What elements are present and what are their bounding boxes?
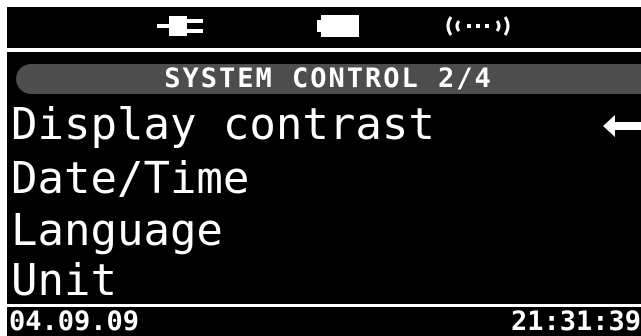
menu-item-label: Language: [11, 205, 223, 256]
battery-icon: [317, 15, 359, 37]
menu-item-label: Unit: [11, 255, 117, 306]
wireless-signal-icon: [446, 16, 510, 36]
status-divider: [7, 48, 641, 52]
device-display: SYSTEM CONTROL 2/4 Display contrast Date…: [7, 7, 641, 336]
power-plug-icon: [157, 16, 203, 36]
menu-item-language[interactable]: Language: [7, 205, 641, 257]
page-title: SYSTEM CONTROL 2/4: [164, 63, 493, 94]
menu-item-date-time[interactable]: Date/Time: [7, 153, 641, 205]
menu-item-unit[interactable]: Unit: [7, 255, 641, 307]
left-arrow-icon: [603, 115, 641, 137]
menu-item-label: Date/Time: [11, 153, 250, 204]
footer-date: 04.09.09: [9, 306, 140, 336]
footer-time: 21:31:39: [510, 306, 641, 336]
menu-item-label: Display contrast: [11, 99, 435, 150]
title-bar: SYSTEM CONTROL 2/4: [16, 64, 641, 94]
menu-item-display-contrast[interactable]: Display contrast: [7, 99, 641, 151]
status-bar: [7, 7, 641, 45]
